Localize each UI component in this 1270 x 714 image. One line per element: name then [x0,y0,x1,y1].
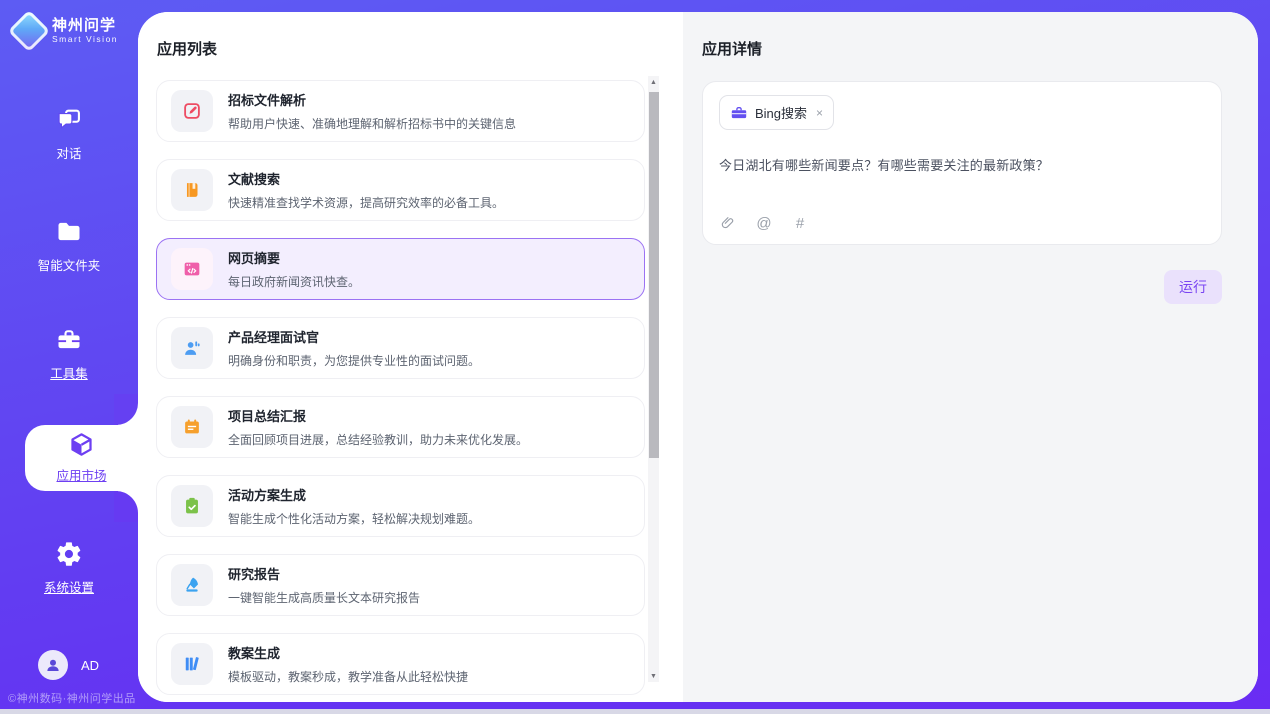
sidebar-item-label: 对话 [0,143,138,162]
briefcase-icon [730,104,748,122]
bottom-edge-strip [0,709,1270,714]
cube-icon [68,431,95,458]
ink-pen-icon [181,574,203,596]
app-name: 网页摘要 [228,248,360,267]
sidebar-item-label: 智能文件夹 [0,255,138,274]
app-name: 招标文件解析 [228,90,516,109]
tool-tag-label: Bing搜索 [755,103,807,122]
calendar-report-icon [181,416,203,438]
attachment-toolbar: @ # [719,214,1205,232]
app-name: 产品经理面试官 [228,327,480,346]
app-list-item-1[interactable]: 文献搜索快速精准查找学术资源，提高研究效率的必备工具。 [156,159,645,221]
book-icon [181,179,203,201]
app-description: 模板驱动，教案秒成，教学准备从此轻松快捷 [228,668,468,685]
app-description: 明确身份和职责，为您提供专业性的面试问题。 [228,352,480,369]
person-icon [44,656,62,674]
app-list-item-5[interactable]: 活动方案生成智能生成个性化活动方案，轻松解决规划难题。 [156,475,645,537]
app-name: 研究报告 [228,564,420,583]
browser-code-icon [181,258,203,280]
app-detail-title: 应用详情 [683,12,1258,59]
toolbox-icon [55,326,83,354]
sidebar: 神州问学 Smart Vision 对话智能文件夹工具集系统设置 应用市场 AD… [0,0,138,714]
app-icon-tile [171,406,213,448]
app-list-item-6[interactable]: 研究报告一键智能生成高质量长文本研究报告 [156,554,645,616]
run-button[interactable]: 运行 [1164,270,1222,304]
app-description: 帮助用户快速、准确地理解和解析招标书中的关键信息 [228,115,516,132]
sidebar-item-0[interactable]: 对话 [0,106,138,162]
scroll-up-arrow[interactable]: ▲ [648,76,659,88]
user-account[interactable]: AD [38,650,99,680]
interviewer-icon [181,337,203,359]
brand-subtitle: Smart Vision [52,35,118,44]
app-list-title: 应用列表 [138,12,683,59]
main-panel: 应用列表 招标文件解析帮助用户快速、准确地理解和解析招标书中的关键信息文献搜索快… [138,12,1258,702]
app-icon-tile [171,485,213,527]
user-initials: AD [81,658,99,673]
copyright-footer: ©神州数码·神州问学出品 [8,690,136,706]
active-nav-bubble: 应用市场 [25,425,138,491]
hash-icon[interactable]: # [791,214,809,232]
scrollbar-thumb[interactable] [649,92,659,458]
app-description: 快速精准查找学术资源，提高研究效率的必备工具。 [228,194,504,211]
folder-icon [55,218,83,246]
app-detail-panel: 应用详情 Bing搜索 × 今日湖北有哪些新闻要点？有哪些需要关注的最新政策？ … [683,12,1258,702]
clipboard-check-icon [181,495,203,517]
app-icon-tile [171,169,213,211]
scroll-down-arrow[interactable]: ▼ [648,670,659,682]
brand-diamond-icon [8,10,50,52]
app-icon-tile [171,564,213,606]
avatar [38,650,68,680]
remove-tag-icon[interactable]: × [816,106,823,120]
app-list-panel: 应用列表 招标文件解析帮助用户快速、准确地理解和解析招标书中的关键信息文献搜索快… [138,12,683,702]
edit-document-icon [181,100,203,122]
app-icon-tile [171,90,213,132]
app-icon-tile [171,643,213,685]
query-card: Bing搜索 × 今日湖北有哪些新闻要点？有哪些需要关注的最新政策？ @ # [702,81,1222,245]
app-description: 智能生成个性化活动方案，轻松解决规划难题。 [228,510,480,527]
app-description: 每日政府新闻资讯快查。 [228,273,360,290]
sidebar-item-2[interactable]: 工具集 [0,326,138,382]
sidebar-item-label: 应用市场 [25,465,138,484]
mention-icon[interactable]: @ [755,214,773,232]
sidebar-item-label: 系统设置 [0,577,138,596]
chat-icon [55,106,83,134]
app-name: 项目总结汇报 [228,406,528,425]
brand-name: 神州问学 [52,18,118,35]
tool-tag-bing-search[interactable]: Bing搜索 × [719,95,834,130]
app-icon-tile [171,248,213,290]
app-window: 神州问学 Smart Vision 对话智能文件夹工具集系统设置 应用市场 AD… [0,0,1270,714]
brand-logo: 神州问学 Smart Vision [14,16,118,46]
app-list-item-0[interactable]: 招标文件解析帮助用户快速、准确地理解和解析招标书中的关键信息 [156,80,645,142]
app-list-item-2[interactable]: 网页摘要每日政府新闻资讯快查。 [156,238,645,300]
books-icon [181,653,203,675]
app-name: 文献搜索 [228,169,504,188]
app-description: 全面回顾项目进展，总结经验教训，助力未来优化发展。 [228,431,528,448]
paperclip-icon[interactable] [719,214,737,232]
query-input[interactable]: 今日湖北有哪些新闻要点？有哪些需要关注的最新政策？ [719,155,1205,174]
sidebar-item-1[interactable]: 智能文件夹 [0,218,138,274]
sidebar-item-app-market[interactable]: 应用市场 [25,431,138,484]
scrollbar[interactable]: ▲ ▼ [648,76,659,682]
app-icon-tile [171,327,213,369]
app-name: 活动方案生成 [228,485,480,504]
gear-icon [55,540,83,568]
sidebar-item-4[interactable]: 系统设置 [0,540,138,596]
app-list-item-4[interactable]: 项目总结汇报全面回顾项目进展，总结经验教训，助力未来优化发展。 [156,396,645,458]
app-description: 一键智能生成高质量长文本研究报告 [228,589,420,606]
app-list-item-3[interactable]: 产品经理面试官明确身份和职责，为您提供专业性的面试问题。 [156,317,645,379]
sidebar-item-label: 工具集 [0,363,138,382]
app-list: 招标文件解析帮助用户快速、准确地理解和解析招标书中的关键信息文献搜索快速精准查找… [138,80,683,698]
app-name: 教案生成 [228,643,468,662]
app-list-item-7[interactable]: 教案生成模板驱动，教案秒成，教学准备从此轻松快捷 [156,633,645,695]
